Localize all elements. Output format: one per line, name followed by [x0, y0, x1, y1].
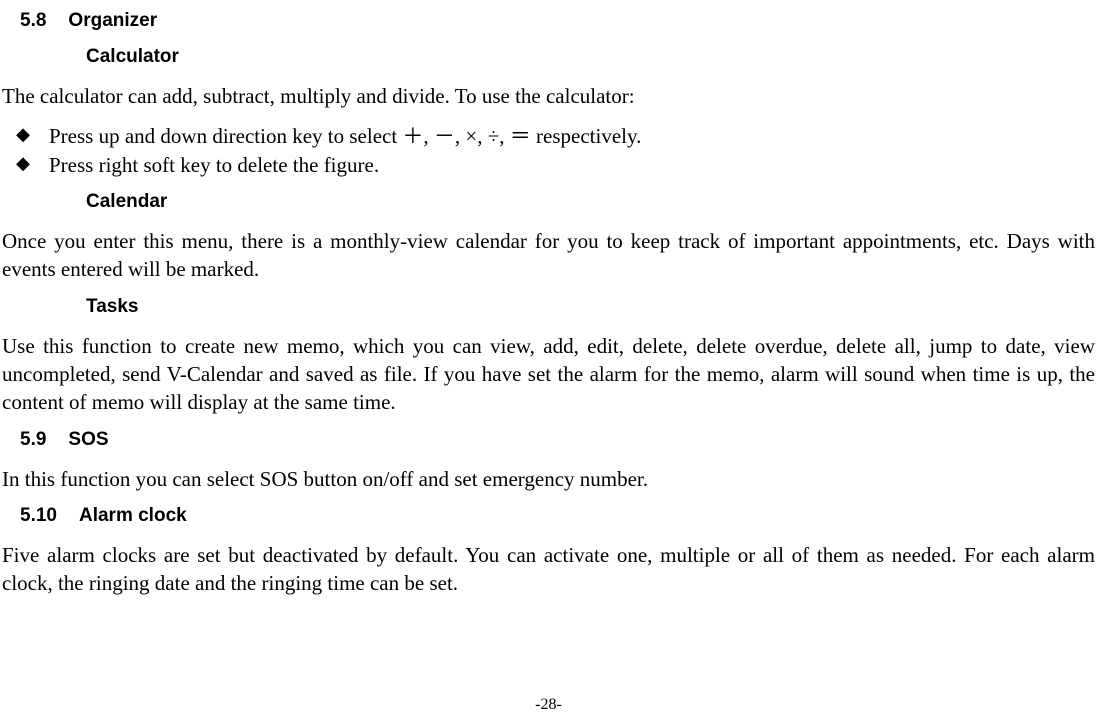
list-item: ◆ Press up and down direction key to sel… [0, 122, 1097, 150]
section-5-9-heading: 5.9 SOS [20, 429, 1097, 451]
section-5-10-heading: 5.10 Alarm clock [20, 505, 1097, 527]
diamond-bullet-icon: ◆ [12, 151, 34, 179]
tasks-heading: Tasks [86, 296, 1097, 318]
section-5-8-heading: 5.8 Organizer [20, 10, 1097, 32]
calculator-bullets: ◆ Press up and down direction key to sel… [0, 122, 1097, 179]
alarm-text: Five alarm clocks are set but deactivate… [0, 541, 1097, 598]
section-title: Organizer [68, 10, 157, 32]
calculator-heading: Calculator [86, 46, 1097, 68]
page-number: -28- [0, 696, 1097, 714]
document-page: 5.8 Organizer Calculator The calculator … [0, 0, 1097, 598]
calendar-text: Once you enter this menu, there is a mon… [0, 227, 1097, 284]
section-title: SOS [68, 429, 108, 451]
sos-text: In this function you can select SOS butt… [0, 465, 1097, 493]
section-number: 5.9 [20, 429, 46, 451]
calendar-heading: Calendar [86, 191, 1097, 213]
calculator-intro: The calculator can add, subtract, multip… [0, 82, 1097, 110]
section-number: 5.8 [20, 10, 46, 32]
bullet-text: Press up and down direction key to selec… [49, 122, 641, 150]
tasks-text: Use this function to create new memo, wh… [0, 332, 1097, 417]
diamond-bullet-icon: ◆ [12, 122, 34, 150]
section-title: Alarm clock [79, 505, 187, 527]
section-number: 5.10 [20, 505, 57, 527]
bullet-text: Press right soft key to delete the figur… [49, 151, 379, 179]
list-item: ◆ Press right soft key to delete the fig… [0, 151, 1097, 179]
